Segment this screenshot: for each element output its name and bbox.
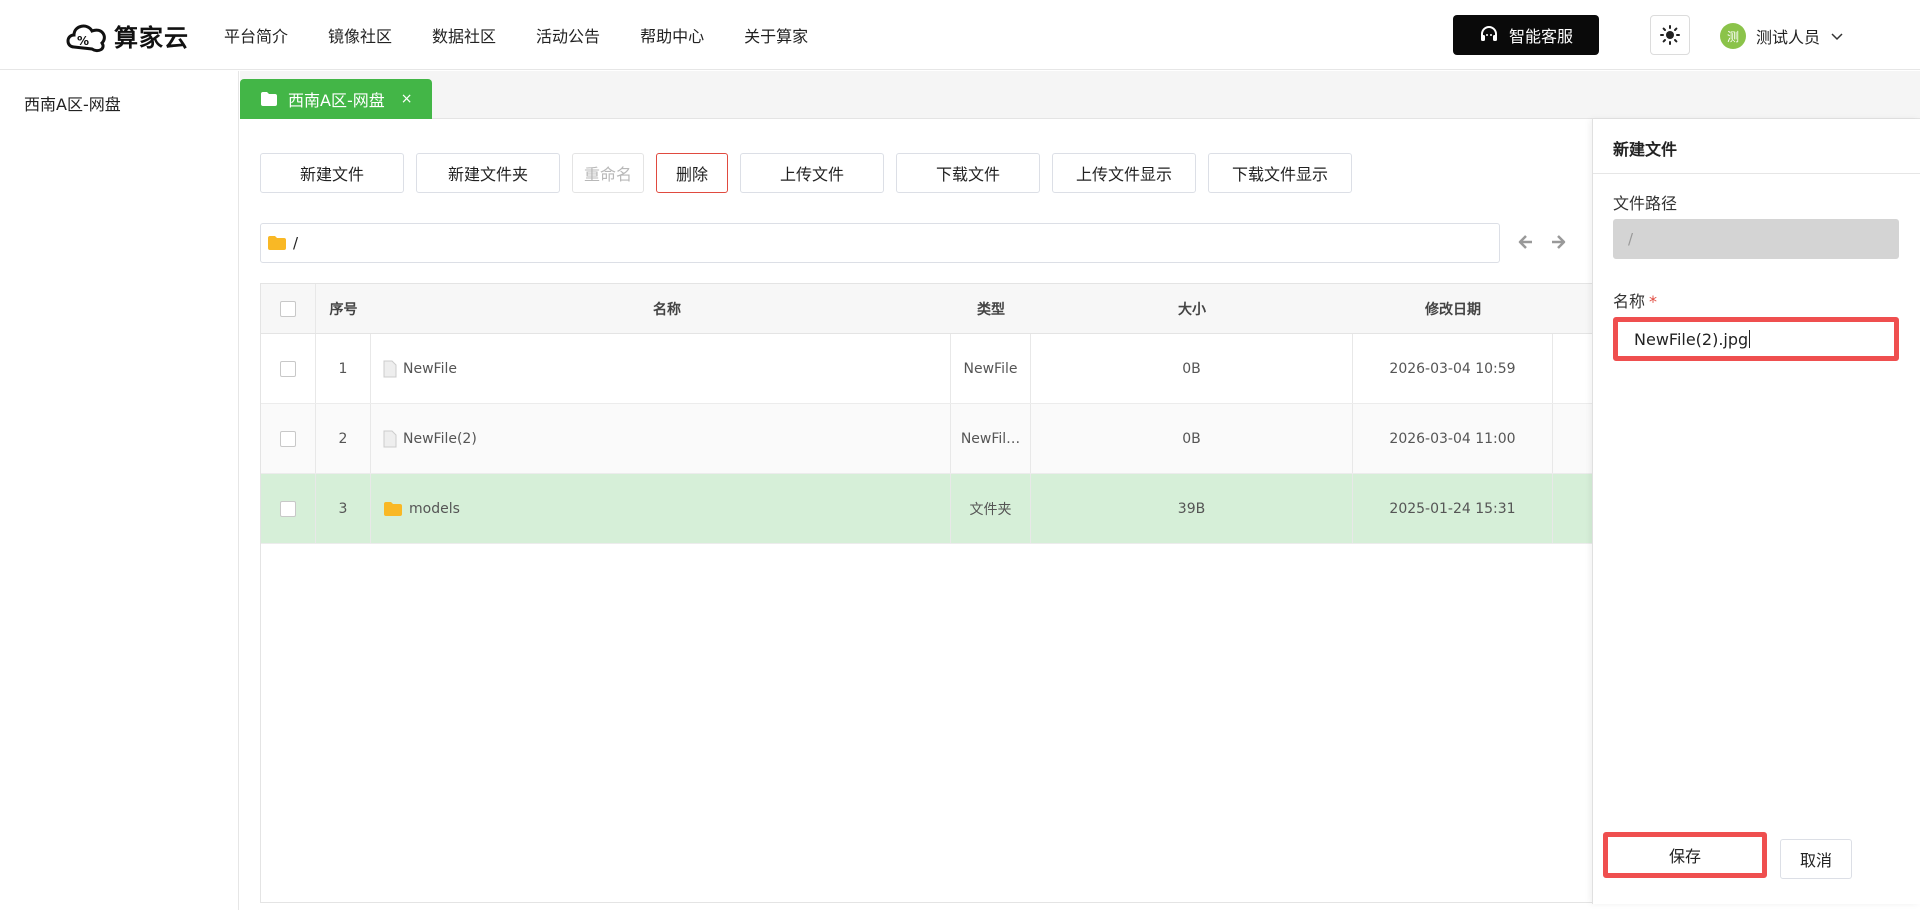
table-header: 序号 名称 类型 大小 修改日期 bbox=[261, 284, 1620, 334]
download-file-button[interactable]: 下载文件 bbox=[896, 153, 1040, 193]
path-input[interactable]: / bbox=[260, 223, 1500, 263]
row-size: 39B bbox=[1031, 474, 1353, 543]
row-type: 文件夹 bbox=[951, 474, 1031, 543]
upload-file-button[interactable]: 上传文件 bbox=[740, 153, 884, 193]
smart-service-button[interactable]: 智能客服 bbox=[1453, 15, 1599, 55]
row-checkbox[interactable] bbox=[280, 360, 296, 377]
panel-divider bbox=[1593, 173, 1920, 174]
file-icon bbox=[383, 360, 397, 377]
text-caret bbox=[1749, 330, 1751, 348]
toolbar: 新建文件 新建文件夹 重命名 删除 上传文件 下载文件 上传文件显示 下载文件显… bbox=[260, 153, 1364, 193]
row-checkbox-cell bbox=[261, 474, 316, 543]
header-checkbox-cell bbox=[261, 284, 316, 333]
file-table: 序号 名称 类型 大小 修改日期 1 NewFile NewFile 0B 20… bbox=[260, 283, 1620, 903]
path-text: / bbox=[293, 234, 299, 252]
close-icon[interactable]: × bbox=[401, 91, 413, 107]
row-no: 2 bbox=[316, 404, 371, 473]
name-label-text: 名称 bbox=[1613, 292, 1646, 311]
arrow-right-icon[interactable] bbox=[1548, 232, 1568, 256]
row-name-text: NewFile bbox=[403, 360, 457, 377]
row-checkbox[interactable] bbox=[280, 500, 296, 517]
required-mark: * bbox=[1649, 292, 1658, 311]
avatar: 测 bbox=[1720, 23, 1746, 49]
folder-icon bbox=[384, 501, 402, 516]
name-label: 名称 * bbox=[1613, 288, 1657, 312]
file-icon bbox=[383, 430, 397, 447]
svg-text:%: % bbox=[77, 34, 89, 48]
theme-toggle-button[interactable] bbox=[1650, 15, 1690, 55]
row-name[interactable]: NewFile(2) bbox=[371, 404, 951, 473]
tab-bar: 西南A区-网盘 × bbox=[240, 71, 1920, 119]
chevron-down-icon bbox=[1831, 33, 1843, 41]
row-no: 1 bbox=[316, 334, 371, 403]
download-display-button[interactable]: 下载文件显示 bbox=[1208, 153, 1352, 193]
header-type[interactable]: 类型 bbox=[951, 284, 1031, 333]
cloud-logo-icon: % bbox=[66, 24, 106, 53]
user-name: 测试人员 bbox=[1756, 28, 1821, 47]
row-no: 3 bbox=[316, 474, 371, 543]
logo[interactable]: % 算家云 bbox=[62, 12, 189, 58]
row-checkbox-cell bbox=[261, 404, 316, 473]
nav-image-community[interactable]: 镜像社区 bbox=[328, 23, 392, 47]
smart-service-label: 智能客服 bbox=[1508, 27, 1573, 46]
folder-icon bbox=[261, 92, 277, 106]
row-type: NewFil… bbox=[951, 404, 1031, 473]
top-header: % 算家云 平台简介 镜像社区 数据社区 活动公告 帮助中心 关于算家 智能客服 bbox=[0, 0, 1920, 70]
header-no: 序号 bbox=[329, 301, 358, 318]
table-row[interactable]: 1 NewFile NewFile 0B 2026-03-04 10:59 bbox=[261, 334, 1620, 404]
tab-label: 西南A区-网盘 bbox=[288, 91, 385, 110]
row-checkbox-cell bbox=[261, 334, 316, 403]
header-name[interactable]: 名称 bbox=[371, 284, 951, 333]
name-field-value: NewFile(2).jpg bbox=[1634, 329, 1749, 349]
row-size: 0B bbox=[1031, 334, 1353, 403]
row-date: 2026-03-04 10:59 bbox=[1353, 334, 1553, 403]
user-menu[interactable]: 测 测试人员 bbox=[1720, 22, 1844, 50]
table-row[interactable]: 2 NewFile(2) NewFil… 0B 2026-03-04 11:00 bbox=[261, 404, 1620, 474]
row-checkbox[interactable] bbox=[280, 430, 296, 447]
delete-button[interactable]: 删除 bbox=[656, 153, 728, 193]
nav-platform-intro[interactable]: 平台简介 bbox=[224, 23, 288, 47]
sidebar: 西南A区-网盘 bbox=[0, 71, 239, 910]
new-folder-button[interactable]: 新建文件夹 bbox=[416, 153, 560, 193]
new-file-panel: 新建文件 文件路径 / 名称 * NewFile(2).jpg 保存 取消 bbox=[1592, 119, 1920, 904]
main-nav: 平台简介 镜像社区 数据社区 活动公告 帮助中心 关于算家 bbox=[224, 0, 848, 70]
header-date[interactable]: 修改日期 bbox=[1353, 284, 1553, 333]
nav-help-center[interactable]: 帮助中心 bbox=[640, 23, 704, 47]
headset-icon bbox=[1480, 26, 1497, 41]
select-all-checkbox[interactable] bbox=[280, 300, 296, 317]
arrow-left-icon[interactable] bbox=[1516, 232, 1536, 256]
nav-about[interactable]: 关于算家 bbox=[744, 23, 808, 47]
cancel-button[interactable]: 取消 bbox=[1780, 839, 1852, 879]
new-file-button[interactable]: 新建文件 bbox=[260, 153, 404, 193]
header-size[interactable]: 大小 bbox=[1031, 284, 1353, 333]
tab-southwest-a-disk[interactable]: 西南A区-网盘 × bbox=[240, 79, 432, 119]
nav-announcements[interactable]: 活动公告 bbox=[536, 23, 600, 47]
row-date: 2025-01-24 15:31 bbox=[1353, 474, 1553, 543]
row-name-text: models bbox=[409, 500, 460, 517]
panel-title: 新建文件 bbox=[1613, 140, 1678, 159]
folder-icon bbox=[268, 236, 286, 250]
file-path-label: 文件路径 bbox=[1613, 194, 1678, 213]
row-name-text: NewFile(2) bbox=[403, 430, 477, 447]
row-name[interactable]: NewFile bbox=[371, 334, 951, 403]
row-size: 0B bbox=[1031, 404, 1353, 473]
name-field[interactable]: NewFile(2).jpg bbox=[1613, 317, 1899, 361]
upload-display-button[interactable]: 上传文件显示 bbox=[1052, 153, 1196, 193]
rename-button[interactable]: 重命名 bbox=[572, 153, 644, 193]
nav-data-community[interactable]: 数据社区 bbox=[432, 23, 496, 47]
save-button[interactable]: 保存 bbox=[1603, 832, 1767, 878]
table-row[interactable]: 3 models 文件夹 39B 2025-01-24 15:31 bbox=[261, 474, 1620, 544]
row-name[interactable]: models bbox=[371, 474, 951, 543]
row-type: NewFile bbox=[951, 334, 1031, 403]
logo-text: 算家云 bbox=[114, 23, 189, 52]
sun-icon bbox=[1660, 25, 1680, 45]
sidebar-item-southwest-a-disk[interactable]: 西南A区-网盘 bbox=[24, 91, 121, 115]
file-path-field: / bbox=[1613, 219, 1899, 259]
row-date: 2026-03-04 11:00 bbox=[1353, 404, 1553, 473]
path-navigation bbox=[1516, 232, 1580, 256]
